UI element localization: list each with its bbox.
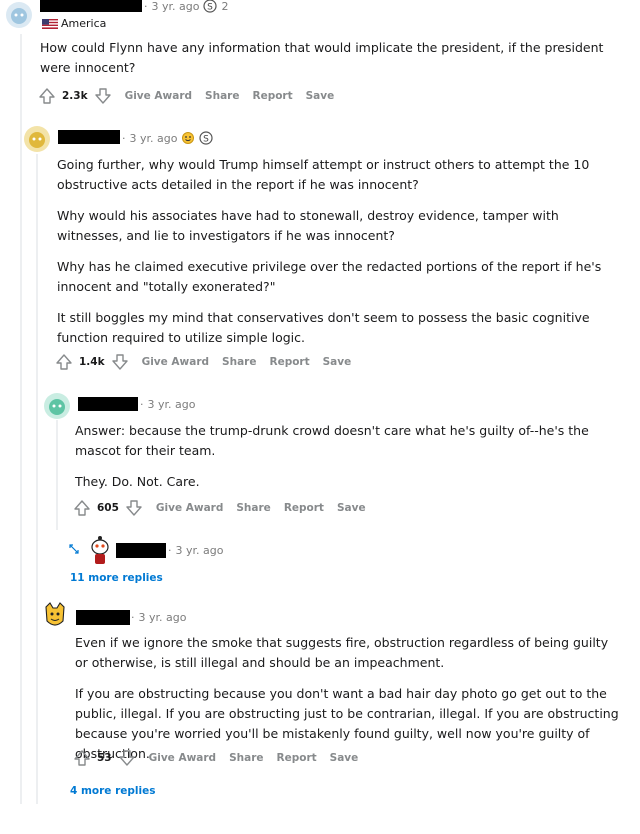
flair-label: America	[61, 17, 107, 30]
comment-meta: · 3 yr. ago S 2	[144, 0, 229, 13]
comment-body: Even if we ignore the smoke that suggest…	[75, 633, 623, 764]
upvote-icon[interactable]	[38, 87, 56, 105]
give-award-button[interactable]: Give Award	[149, 752, 216, 764]
downvote-icon[interactable]	[111, 353, 129, 371]
comment-paragraph: Why has he claimed executive privilege o…	[57, 259, 602, 294]
avatar[interactable]	[86, 535, 114, 567]
vote-score: 1.4k	[79, 356, 105, 368]
redacted-username[interactable]	[116, 543, 166, 558]
comment-paragraph: Going further, why would Trump himself a…	[57, 157, 590, 192]
thread-line[interactable]	[56, 420, 58, 530]
save-button[interactable]: Save	[330, 752, 359, 764]
comment-actions: 53 Give Award Share Report Save	[73, 749, 358, 767]
comment-meta: · 3 yr. ago	[168, 544, 224, 557]
downvote-icon[interactable]	[118, 749, 136, 767]
comment-paragraph: Even if we ignore the smoke that suggest…	[75, 635, 609, 670]
upvote-icon[interactable]	[55, 353, 73, 371]
report-button[interactable]: Report	[269, 356, 309, 368]
share-button[interactable]: Share	[205, 90, 239, 102]
share-button[interactable]: Share	[236, 502, 270, 514]
comment-meta: · 3 yr. ago	[140, 398, 196, 411]
us-flag-icon	[42, 18, 58, 29]
silver-award-icon[interactable]: S	[203, 0, 218, 13]
comment-paragraph: Why would his associates have had to sto…	[57, 208, 559, 243]
comment-body: Answer: because the trump-drunk crowd do…	[75, 421, 625, 492]
more-replies-link[interactable]: 4 more replies	[70, 785, 155, 797]
thread-line[interactable]	[36, 154, 38, 804]
user-flair: America	[42, 17, 106, 30]
thread-line[interactable]	[20, 34, 22, 804]
timestamp[interactable]: 3 yr. ago	[139, 611, 187, 624]
downvote-icon[interactable]	[94, 87, 112, 105]
share-button[interactable]: Share	[222, 356, 256, 368]
report-button[interactable]: Report	[277, 752, 317, 764]
avatar[interactable]	[42, 601, 68, 631]
redacted-username[interactable]	[40, 0, 142, 12]
share-button[interactable]: Share	[229, 752, 263, 764]
redacted-username[interactable]	[58, 130, 120, 144]
give-award-button[interactable]: Give Award	[142, 356, 209, 368]
comment-paragraph: It still boggles my mind that conservati…	[57, 310, 590, 345]
downvote-icon[interactable]	[125, 499, 143, 517]
save-button[interactable]: Save	[323, 356, 352, 368]
give-award-button[interactable]: Give Award	[156, 502, 223, 514]
avatar[interactable]	[24, 126, 50, 152]
timestamp[interactable]: 3 yr. ago	[148, 398, 196, 411]
comment-actions: 1.4k Give Award Share Report Save	[55, 353, 351, 371]
avatar[interactable]	[44, 393, 70, 419]
save-button[interactable]: Save	[306, 90, 335, 102]
avatar[interactable]	[6, 2, 32, 28]
comment-meta: · 3 yr. ago	[131, 611, 187, 624]
redacted-username[interactable]	[76, 610, 130, 625]
upvote-icon[interactable]	[73, 749, 91, 767]
comment-paragraph: They. Do. Not. Care.	[75, 474, 200, 489]
upvote-icon[interactable]	[73, 499, 91, 517]
comment-actions: 2.3k Give Award Share Report Save	[38, 87, 334, 105]
vote-score: 53	[97, 752, 112, 764]
comment-paragraph: Answer: because the trump-drunk crowd do…	[75, 423, 589, 458]
timestamp[interactable]: 3 yr. ago	[130, 132, 178, 145]
comment-body: Going further, why would Trump himself a…	[57, 155, 627, 348]
vote-score: 2.3k	[62, 90, 88, 102]
award-count: 2	[221, 0, 229, 13]
redacted-username[interactable]	[78, 397, 138, 411]
report-button[interactable]: Report	[284, 502, 324, 514]
comment-meta: · 3 yr. ago S	[122, 131, 214, 145]
expand-thread-icon[interactable]	[68, 543, 80, 555]
comment-body: How could Flynn have any information tha…	[40, 38, 620, 78]
comment-paragraph: How could Flynn have any information tha…	[40, 40, 604, 75]
timestamp[interactable]: 3 yr. ago	[176, 544, 224, 557]
timestamp[interactable]: 3 yr. ago	[152, 0, 200, 13]
give-award-button[interactable]: Give Award	[125, 90, 192, 102]
silver-award-icon[interactable]: S	[199, 131, 214, 145]
comment-actions: 605 Give Award Share Report Save	[73, 499, 366, 517]
svg-text:S: S	[204, 135, 210, 145]
report-button[interactable]: Report	[252, 90, 292, 102]
save-button[interactable]: Save	[337, 502, 366, 514]
wholesome-award-icon[interactable]	[181, 131, 195, 145]
svg-text:S: S	[208, 3, 214, 13]
more-replies-link[interactable]: 11 more replies	[70, 572, 163, 584]
vote-score: 605	[97, 502, 119, 514]
